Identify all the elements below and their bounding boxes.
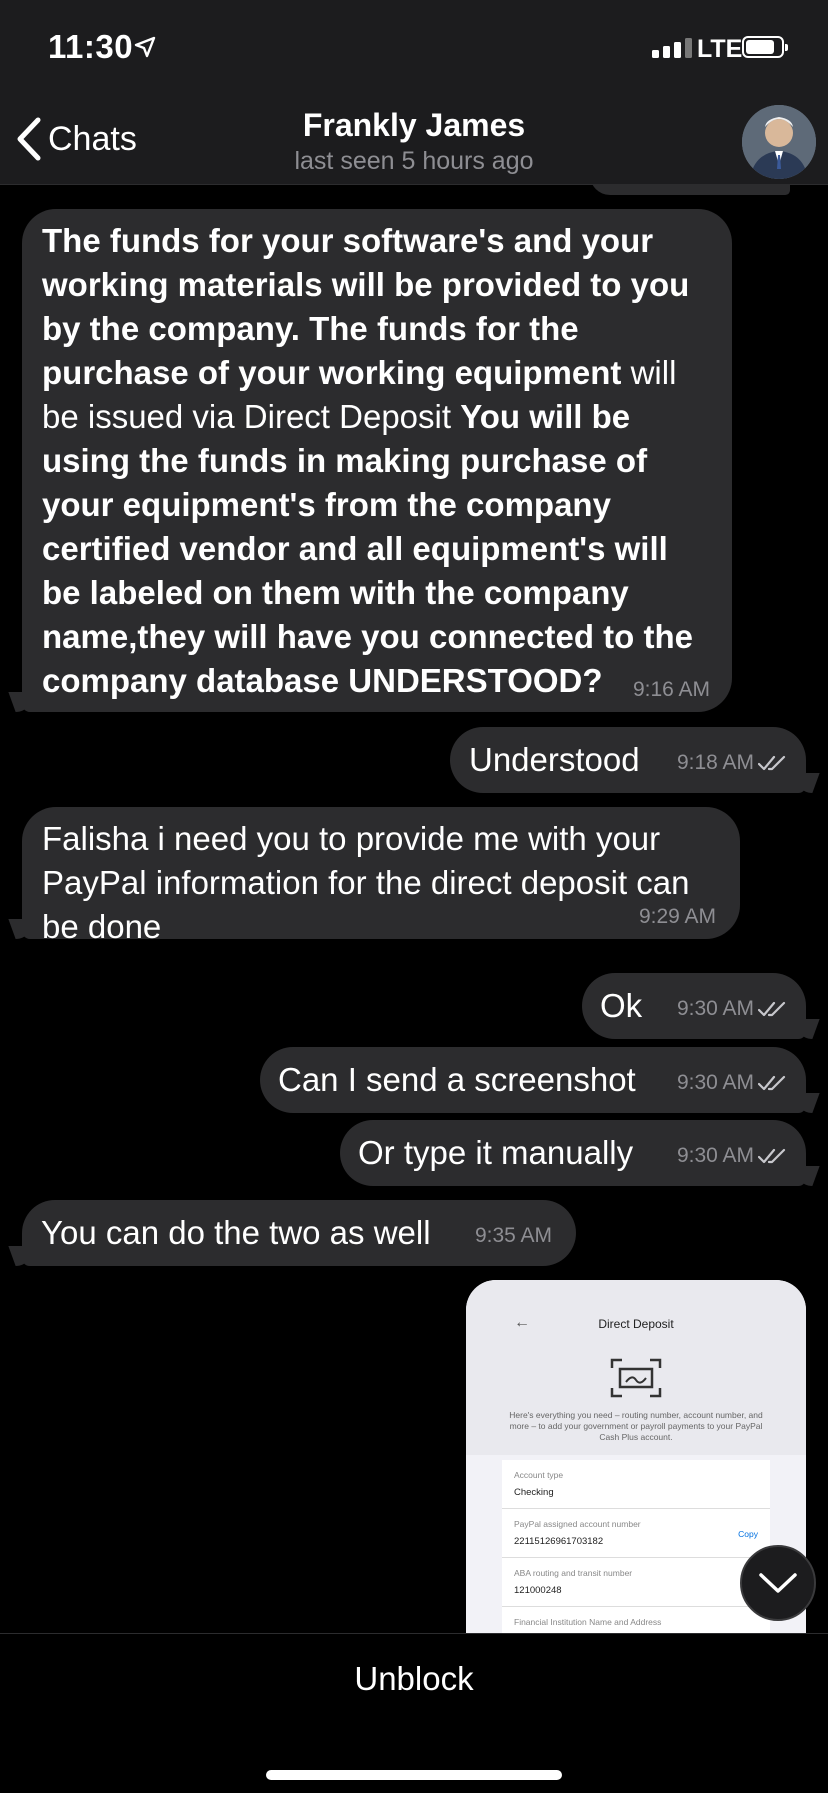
cellular-signal-icon bbox=[652, 38, 692, 58]
bottom-action-bar: Unblock bbox=[0, 1633, 828, 1793]
message-bubble-incoming[interactable]: Falisha i need you to provide me with yo… bbox=[8, 807, 740, 945]
message-timestamp: 9:30 AM bbox=[677, 1071, 788, 1095]
field-account-type: Account type Checking bbox=[502, 1460, 770, 1509]
message-text: The funds for your software's and your w… bbox=[42, 222, 693, 699]
message-bubble-incoming[interactable]: You can do the two as well 9:35 AM bbox=[8, 1200, 576, 1266]
status-bar: 11:30 LTE bbox=[0, 0, 828, 100]
chevron-left-icon bbox=[17, 117, 41, 161]
double-check-icon bbox=[758, 1149, 786, 1164]
message-timestamp: 9:18 AM bbox=[677, 751, 788, 775]
message-bubble-incoming[interactable]: The funds for your software's and your w… bbox=[8, 209, 732, 712]
message-text: You can do the two as well bbox=[41, 1214, 431, 1251]
message-text: Or type it manually bbox=[358, 1134, 634, 1171]
status-time: 11:30 bbox=[48, 28, 134, 65]
location-arrow-icon bbox=[134, 36, 156, 58]
network-type: LTE bbox=[697, 35, 743, 63]
message-bubble-outgoing[interactable]: Ok 9:30 AM bbox=[582, 973, 820, 1039]
message-bubble-outgoing[interactable]: Understood 9:18 AM bbox=[450, 727, 820, 793]
back-button[interactable]: Chats bbox=[14, 114, 137, 164]
scroll-to-bottom-button[interactable] bbox=[740, 1545, 816, 1621]
copy-link: Copy bbox=[738, 1529, 758, 1539]
message-text: Understood bbox=[469, 741, 640, 778]
screenshot-fields: Account type Checking PayPal assigned ac… bbox=[502, 1460, 770, 1650]
screenshot-description: Here's everything you need – routing num… bbox=[509, 1410, 763, 1442]
last-seen-status: last seen 5 hours ago bbox=[294, 147, 534, 175]
message-bubble-outgoing[interactable]: Can I send a screenshot 9:30 AM bbox=[260, 1047, 820, 1113]
double-check-icon bbox=[758, 1076, 786, 1091]
chat-title-area[interactable]: Frankly James last seen 5 hours ago bbox=[200, 105, 628, 177]
avatar-photo bbox=[742, 105, 816, 179]
message-timestamp: 9:16 AM bbox=[632, 678, 710, 701]
chevron-down-icon bbox=[759, 1573, 797, 1593]
message-timestamp: 9:29 AM bbox=[638, 905, 716, 928]
field-routing-number: ABA routing and transit number 121000248 bbox=[502, 1558, 770, 1607]
back-label: Chats bbox=[48, 119, 137, 158]
battery-icon bbox=[742, 36, 788, 58]
message-text: Falisha i need you to provide me with yo… bbox=[42, 820, 690, 945]
chat-title: Frankly James bbox=[302, 107, 526, 143]
double-check-icon bbox=[758, 756, 786, 771]
message-text: Ok bbox=[600, 987, 643, 1024]
message-bubble-partial bbox=[590, 185, 790, 195]
message-bubble-outgoing[interactable]: Or type it manually 9:30 AM bbox=[340, 1120, 820, 1186]
message-timestamp: 9:30 AM bbox=[677, 997, 788, 1021]
bank-card-scan-icon bbox=[610, 1358, 662, 1398]
screenshot-header: ← Direct Deposit Here's everything you n… bbox=[466, 1280, 806, 1455]
contact-avatar[interactable] bbox=[742, 105, 816, 179]
home-indicator bbox=[266, 1770, 562, 1780]
double-check-icon bbox=[758, 1002, 786, 1017]
chat-header: Chats Frankly James last seen 5 hours ag… bbox=[0, 100, 828, 185]
message-text: Can I send a screenshot bbox=[278, 1061, 636, 1098]
field-account-number: PayPal assigned account number 221151269… bbox=[502, 1509, 770, 1558]
message-timestamp: 9:30 AM bbox=[677, 1144, 788, 1168]
screenshot-title: Direct Deposit bbox=[598, 1317, 674, 1331]
unblock-button[interactable]: Unblock bbox=[0, 1660, 828, 1698]
message-timestamp: 9:35 AM bbox=[474, 1224, 552, 1247]
